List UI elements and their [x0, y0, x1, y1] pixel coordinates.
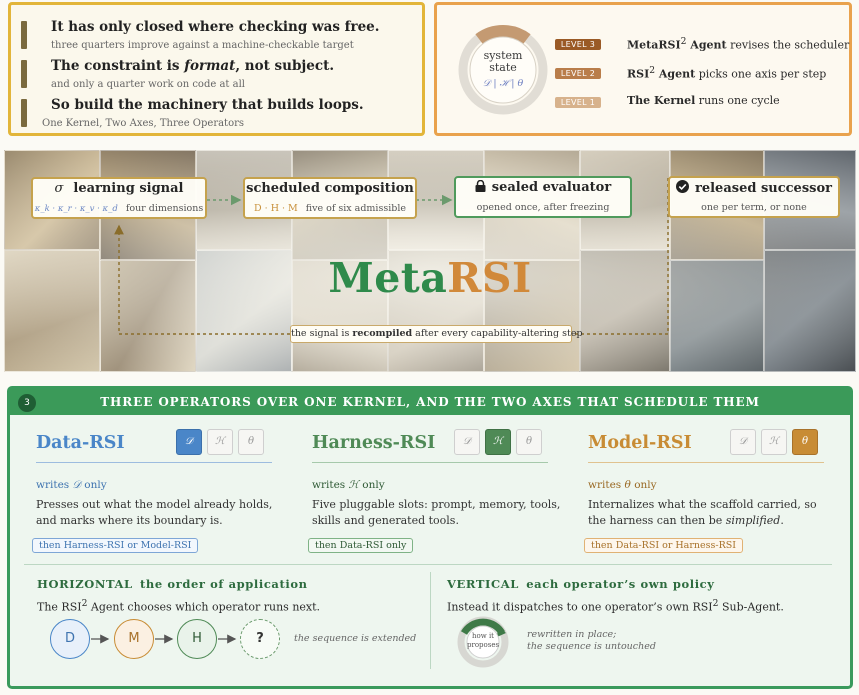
claim-headline-emphasis: format: [184, 58, 236, 74]
scheduled-composition-subtext: five of six admissible: [305, 203, 406, 214]
claim-headline: So build the machinery that builds loops…: [51, 97, 364, 113]
sigma-icon: σ: [54, 181, 64, 196]
level-2-badge: LEVEL 2: [555, 68, 601, 79]
learning-signal-subtext: four dimensions: [125, 203, 204, 214]
vertical-note: rewritten in place;: [527, 629, 617, 640]
recompile-text: the signal is: [291, 328, 353, 339]
recompile-emphasis: recompiled: [352, 328, 413, 339]
level-1-badge: LEVEL 1: [555, 97, 601, 108]
wordmark-meta: Meta: [328, 254, 448, 302]
vertical-note: the sequence is untouched: [527, 641, 656, 652]
level-3-name-post: Agent: [686, 38, 727, 52]
vertical-axis-title: VERTICAL each operator’s own policy: [447, 577, 715, 591]
level-2-name: RSI: [627, 67, 650, 81]
level-2-text: picks one axis per step: [695, 67, 827, 81]
level-2-description: RSI2 Agent picks one axis per step: [627, 65, 826, 81]
learning-signal-sub: κ_k · κ_r · κ_v · κ_d four dimensions: [33, 203, 205, 214]
recompile-note: the signal is recompiled after every cap…: [290, 325, 583, 343]
claim-headline-part: The constraint is: [51, 58, 185, 74]
claim-subline: One Kernel, Two Axes, Three Operators: [42, 118, 245, 129]
level-1-description: The Kernel runs one cycle: [627, 94, 780, 107]
claim-bar: [21, 21, 27, 49]
metarsi-wordmark: MetaRSI: [4, 254, 856, 302]
operators-panel: 3 THREE OPERATORS OVER ONE KERNEL, AND T…: [7, 386, 853, 689]
claim-headline: The constraint is format, not subject.: [51, 58, 334, 74]
horizontal-note: the sequence is extended: [294, 633, 417, 644]
released-successor-box: released successor one per term, or none: [668, 176, 840, 218]
learning-signal-label: learning signal: [73, 181, 184, 196]
lock-icon: [475, 179, 486, 192]
sealed-evaluator-sub: opened once, after freezing: [476, 202, 610, 213]
claim-bar: [21, 60, 27, 88]
claim-headline: It has only closed where checking was fr…: [51, 19, 380, 35]
ring-symbols: 𝒟 | ℋ | θ: [482, 78, 524, 89]
dial-label: how it proposes: [467, 632, 499, 650]
ring-label: system state: [481, 50, 525, 74]
sealed-evaluator-box: sealed evaluator opened once, after free…: [454, 176, 632, 218]
claims-card: It has only closed where checking was fr…: [8, 2, 425, 136]
claim-bar: [21, 99, 27, 127]
vertical-text: Sub-Agent.: [718, 600, 784, 614]
level-3-description: MetaRSI2 Agent revises the scheduler: [627, 36, 849, 52]
sealed-evaluator-label: sealed evaluator: [491, 180, 612, 195]
dial-label-line: proposes: [467, 641, 500, 649]
dial-label-line: how it: [472, 632, 494, 640]
scheduled-composition-box: scheduled composition D · H · M five of s…: [243, 177, 417, 219]
operator-letters: D · H · M: [254, 203, 298, 214]
claim-headline-part: , not subject.: [235, 58, 335, 74]
sequence-node-d: D: [50, 619, 90, 659]
check-circle-icon: [676, 180, 689, 193]
level-3-name: MetaRSI: [627, 38, 681, 52]
vertical-label: VERTICAL: [447, 577, 519, 591]
recompile-text: after every capability-altering step: [412, 328, 583, 339]
scheduled-composition-title: scheduled composition: [246, 181, 414, 196]
claim-subline: and only a quarter work on code at all: [51, 79, 245, 90]
sequence-node-next: ?: [240, 619, 280, 659]
learning-signal-title: σ learning signal: [33, 181, 205, 196]
sealed-evaluator-title: sealed evaluator: [456, 179, 630, 195]
learning-signal-box: σ learning signal κ_k · κ_r · κ_v · κ_d fo…: [31, 177, 207, 219]
vertical-title-text: each operator’s own policy: [526, 577, 715, 591]
sequence-node-h: H: [177, 619, 217, 659]
hero-band: σ learning signal κ_k · κ_r · κ_v · κ_d fo…: [4, 150, 856, 372]
released-successor-label: released successor: [695, 181, 832, 196]
kappa-symbols: κ_k · κ_r · κ_v · κ_d: [34, 204, 118, 214]
level-1-name: The Kernel: [627, 94, 696, 107]
level-1-text: runs one cycle: [695, 94, 780, 107]
released-successor-sub: one per term, or none: [701, 202, 807, 213]
claim-subline: three quarters improve against a machine…: [51, 40, 354, 51]
released-successor-title: released successor: [670, 180, 838, 196]
level-3-text: revises the scheduler: [726, 38, 850, 52]
scheduled-composition-sub: D · H · M five of six admissible: [245, 203, 415, 214]
wordmark-rsi: RSI: [447, 254, 532, 302]
level-3-badge: LEVEL 3: [555, 39, 601, 50]
sequence-node-m: M: [114, 619, 154, 659]
ring-label-line: state: [489, 61, 517, 74]
levels-card: system state 𝒟 | ℋ | θ LEVEL 3 MetaRSI2 …: [434, 2, 852, 136]
level-2-name-post: Agent: [655, 67, 696, 81]
